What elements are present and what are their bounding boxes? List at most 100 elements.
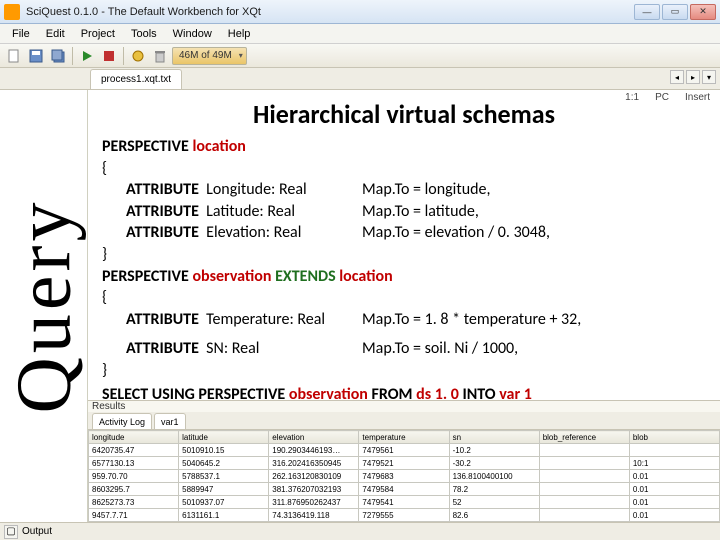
table-cell xyxy=(539,496,629,509)
table-cell: 8603295.7 xyxy=(89,483,179,496)
minimize-button[interactable]: — xyxy=(634,4,660,20)
table-cell: 6604159.88 xyxy=(89,522,179,523)
menu-edit[interactable]: Edit xyxy=(38,24,73,43)
table-cell: 0.01 xyxy=(629,509,719,522)
table-cell: 7479561 xyxy=(359,444,449,457)
attribute-row: ATTRIBUTE Longitude: Real Map.To = longi… xyxy=(102,179,706,201)
table-cell: 82.6 xyxy=(449,509,539,522)
results-col-header[interactable]: sn xyxy=(449,431,539,444)
table-row[interactable]: 9457.7.716131161.174.3136419.11872795558… xyxy=(89,509,720,522)
table-row[interactable]: 8625273.735010937.07311.8769502624377479… xyxy=(89,496,720,509)
table-cell: 52 xyxy=(449,496,539,509)
table-cell: 558399202302 xyxy=(269,522,359,523)
save-icon[interactable] xyxy=(26,46,46,66)
table-cell: 5788537.1 xyxy=(179,470,269,483)
menu-window[interactable]: Window xyxy=(165,24,220,43)
attribute-row: ATTRIBUTE Temperature: Real Map.To = 1. … xyxy=(102,309,706,331)
table-cell: -30.2 xyxy=(449,457,539,470)
table-cell: 0.01 xyxy=(629,483,719,496)
toolbar-separator xyxy=(72,47,73,65)
results-col-header[interactable]: elevation xyxy=(269,431,359,444)
sidebar: Query xyxy=(0,90,88,522)
table-row[interactable]: 6420735.475010910.15190.2903446193…74795… xyxy=(89,444,720,457)
table-cell: 7479541 xyxy=(359,496,449,509)
tab-process1[interactable]: process1.xqt.txt xyxy=(90,69,182,89)
kw-attribute: ATTRIBUTE xyxy=(126,180,199,199)
table-cell: 0.01 xyxy=(629,470,719,483)
kw-attribute: ATTRIBUTE xyxy=(126,223,199,242)
table-cell: 0.01 xyxy=(629,496,719,509)
attr-map: Map.To = longitude, xyxy=(362,179,490,201)
menu-tools[interactable]: Tools xyxy=(123,24,165,43)
window-title: SciQuest 0.1.0 - The Default Workbench f… xyxy=(26,6,632,18)
table-cell xyxy=(539,483,629,496)
table-cell: 7279561 xyxy=(359,522,449,523)
editor-heading: Hierarchical virtual schemas xyxy=(102,98,706,130)
menu-file[interactable]: File xyxy=(4,24,38,43)
tab-nav-prev[interactable]: ◂ xyxy=(670,70,684,84)
kw-perspective: PERSPECTIVE xyxy=(102,137,189,156)
table-cell: 316.202416350945 xyxy=(269,457,359,470)
maximize-button[interactable]: ▭ xyxy=(662,4,688,20)
tab-nav-menu[interactable]: ▾ xyxy=(702,70,716,84)
table-cell: 5040645.2 xyxy=(179,457,269,470)
sidebar-label: Query xyxy=(0,199,89,414)
trash-icon[interactable] xyxy=(150,46,170,66)
save-all-icon[interactable] xyxy=(48,46,68,66)
bottom-bar: ▢ Output xyxy=(0,522,720,540)
output-toggle-icon[interactable]: ▢ xyxy=(4,525,18,539)
editor-status: 1:1 PC Insert xyxy=(625,92,710,103)
table-cell xyxy=(539,444,629,457)
debug-icon[interactable] xyxy=(128,46,148,66)
extends-name: location xyxy=(339,267,392,286)
results-col-header[interactable]: temperature xyxy=(359,431,449,444)
table-cell: 74.3136419.118 xyxy=(269,509,359,522)
kw-attribute: ATTRIBUTE xyxy=(126,339,199,358)
kw-attribute: ATTRIBUTE xyxy=(126,202,199,221)
attribute-row: ATTRIBUTE SN: Real Map.To = soil. Ni / 1… xyxy=(102,338,706,360)
menu-help[interactable]: Help xyxy=(220,24,259,43)
attr-map: Map.To = latitude, xyxy=(362,201,479,223)
run-icon[interactable] xyxy=(77,46,97,66)
table-cell: 7479683 xyxy=(359,470,449,483)
app-icon xyxy=(4,4,20,20)
attribute-row: ATTRIBUTE Latitude: Real Map.To = latitu… xyxy=(102,201,706,223)
results-tab-log[interactable]: Activity Log xyxy=(92,413,152,429)
close-button[interactable]: ✕ xyxy=(690,4,716,20)
results-tab-var1[interactable]: var1 xyxy=(154,413,186,429)
new-icon[interactable] xyxy=(4,46,24,66)
table-row[interactable]: 959.70.705788537.1262.163120830109747968… xyxy=(89,470,720,483)
table-cell xyxy=(539,522,629,523)
status-insert: Insert xyxy=(685,92,710,103)
title-bar: SciQuest 0.1.0 - The Default Workbench f… xyxy=(0,0,720,24)
code-editor[interactable]: Hierarchical virtual schemas PERSPECTIVE… xyxy=(88,90,720,400)
attr-decl: Latitude: Real xyxy=(206,202,295,221)
table-cell: 7279555 xyxy=(359,509,449,522)
kw-perspective: PERSPECTIVE xyxy=(102,267,189,286)
table-cell: 136.8100400100 xyxy=(449,470,539,483)
output-label[interactable]: Output xyxy=(22,526,52,537)
table-row[interactable]: 6604159.886388973.0255839920230272795613… xyxy=(89,522,720,523)
memory-combo[interactable]: 46M of 49M xyxy=(172,47,247,65)
tab-nav-next[interactable]: ▸ xyxy=(686,70,700,84)
perspective-name: location xyxy=(192,137,245,156)
table-cell: 262.163120830109 xyxy=(269,470,359,483)
results-col-header[interactable]: latitude xyxy=(179,431,269,444)
table-row[interactable]: 6577130.135040645.2316.20241635094574795… xyxy=(89,457,720,470)
table-cell xyxy=(629,444,719,457)
table-row[interactable]: 8603295.75889947381.37620703219374795847… xyxy=(89,483,720,496)
table-cell: 190.2903446193… xyxy=(269,444,359,457)
close-brace: } xyxy=(102,360,706,382)
results-grid[interactable]: longitudelatitudeelevationtemperaturesnb… xyxy=(88,430,720,522)
open-brace: { xyxy=(102,158,706,180)
table-cell: 8625273.73 xyxy=(89,496,179,509)
results-col-header[interactable]: blob xyxy=(629,431,719,444)
stop-icon[interactable] xyxy=(99,46,119,66)
table-cell xyxy=(539,509,629,522)
perspective-name: observation xyxy=(192,267,271,286)
table-cell: 311.876950262437 xyxy=(269,496,359,509)
menu-project[interactable]: Project xyxy=(73,24,123,43)
results-col-header[interactable]: longitude xyxy=(89,431,179,444)
table-cell: 6420735.47 xyxy=(89,444,179,457)
results-col-header[interactable]: blob_reference xyxy=(539,431,629,444)
